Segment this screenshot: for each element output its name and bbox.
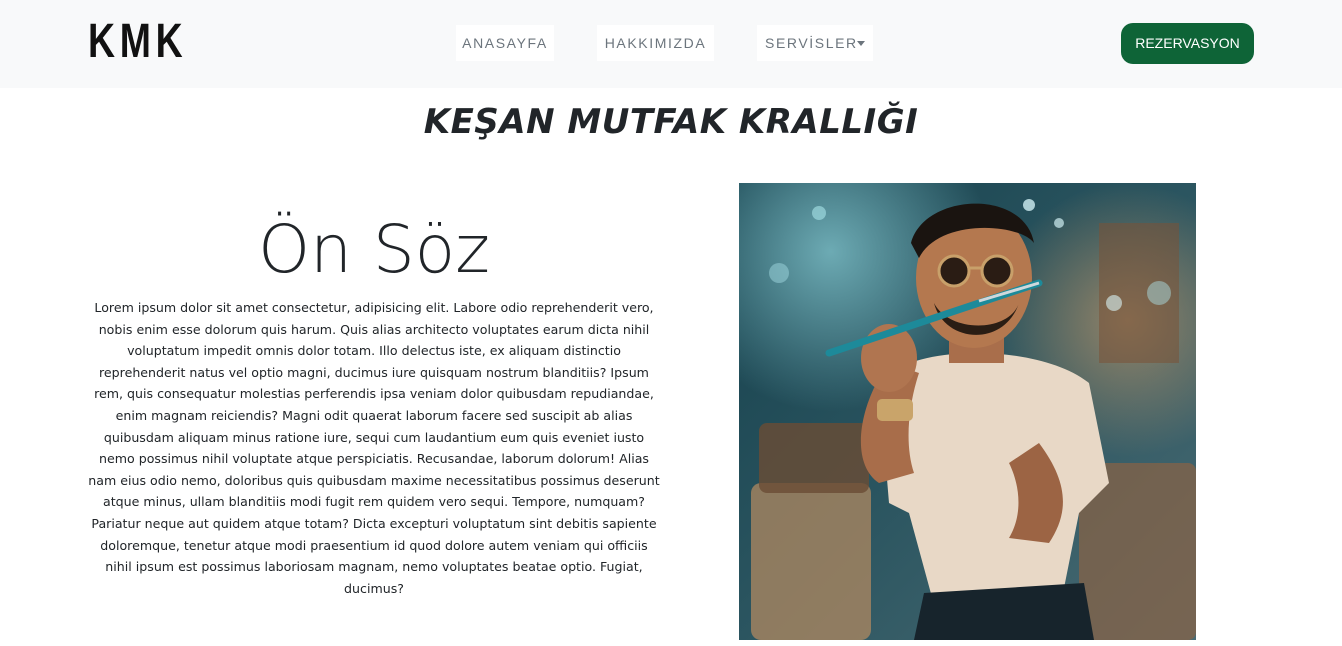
nav-dropdown-services[interactable]: SERVİSLER [757, 25, 873, 61]
nav-link-about[interactable]: HAKKIMIZDA [597, 25, 714, 61]
caret-down-icon [857, 41, 865, 46]
intro-heading: Ön Söz [258, 211, 490, 288]
intro-paragraph: Lorem ipsum dolor sit amet consectetur, … [88, 300, 660, 596]
page-title: KEŞAN MUTFAK KRALLIĞI [423, 102, 919, 142]
navbar: KMK ANASAYFA HAKKIMIZDA SERVİSLER REZERV… [0, 0, 1342, 88]
nav-dropdown-services-label: SERVİSLER [765, 35, 858, 51]
nav-link-home[interactable]: ANASAYFA [456, 25, 554, 61]
reservation-button[interactable]: REZERVASYON [1121, 23, 1254, 64]
chef-photo [739, 183, 1196, 640]
